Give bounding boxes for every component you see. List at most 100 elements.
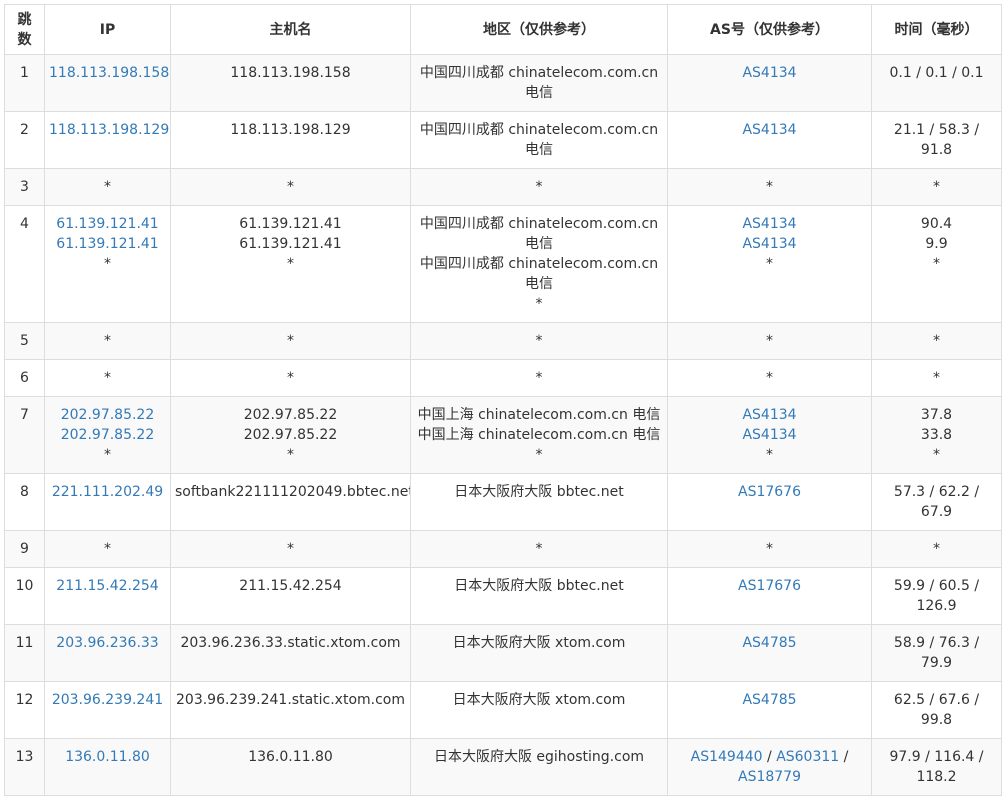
region-cell: 日本大阪府大阪 bbtec.net xyxy=(410,473,668,531)
as-link[interactable]: AS4134 xyxy=(742,407,796,423)
time-text: 21.1 / 58.3 / xyxy=(893,122,980,138)
time-text: * xyxy=(933,333,940,349)
ip-link[interactable]: 221.111.202.49 xyxy=(49,482,166,502)
region-cell: 日本大阪府大阪 xtom.com xyxy=(410,624,668,682)
region-text: 中国上海 chinatelecom.com.cn 电信 xyxy=(417,427,661,443)
ip-text: * xyxy=(104,541,111,557)
ip-link[interactable]: 61.139.121.41 xyxy=(49,214,166,234)
as-text: * xyxy=(766,333,773,349)
as-line: AS4134 xyxy=(672,425,867,445)
table-header-row: 跳数 IP 主机名 地区（仅供参考） AS号（仅供参考） 时间（毫秒） xyxy=(4,4,1002,55)
time-text: 62.5 / 67.6 / xyxy=(893,692,980,708)
time-text: 91.8 xyxy=(920,142,953,158)
as-text: * xyxy=(766,256,773,272)
time-text: 57.3 / 62.2 / xyxy=(893,484,980,500)
as-cell: AS17676 xyxy=(667,567,872,625)
as-text: * xyxy=(766,541,773,557)
as-link[interactable]: AS4134 xyxy=(742,236,796,252)
hop-number: 10 xyxy=(15,578,34,594)
as-link[interactable]: AS17676 xyxy=(738,484,801,500)
host-text: 118.113.198.158 xyxy=(230,65,351,81)
as-line: AS4134 xyxy=(672,405,867,425)
region-cell: 日本大阪府大阪 egihosting.com xyxy=(410,738,668,796)
ip-cell: 118.113.198.129 xyxy=(44,111,171,169)
time-cell: 59.9 / 60.5 / 126.9 xyxy=(871,567,1002,625)
host-text: 211.15.42.254 xyxy=(239,578,342,594)
ip-cell: 61.139.121.41 61.139.121.41 * xyxy=(44,205,171,323)
ip-cell: 211.15.42.254 xyxy=(44,567,171,625)
as-line: AS4785 xyxy=(672,633,867,653)
ip-link[interactable]: 203.96.239.241 xyxy=(49,690,166,710)
region-cell: 中国四川成都 chinatelecom.com.cn 电信 xyxy=(410,54,668,112)
header-ip: IP xyxy=(44,4,171,55)
ip-cell: 202.97.85.22 202.97.85.22 * xyxy=(44,396,171,474)
header-hop-label: 跳数 xyxy=(17,11,32,48)
as-link[interactable]: AS4134 xyxy=(742,65,796,81)
as-cell: AS4134 xyxy=(667,54,872,112)
as-link[interactable]: AS17676 xyxy=(738,578,801,594)
region-text: 中国上海 chinatelecom.com.cn 电信 xyxy=(417,407,661,423)
hop-cell: 7 xyxy=(4,396,45,474)
time-cell: 37.8 33.8 * xyxy=(871,396,1002,474)
region-text: * xyxy=(535,370,543,386)
as-separator: / xyxy=(762,749,777,765)
hop-number: 5 xyxy=(20,333,29,349)
hop-number: 6 xyxy=(20,370,29,386)
table-row: 12 203.96.239.241 203.96.239.241.static.xt… xyxy=(4,681,1002,739)
as-cell: AS17676 xyxy=(667,473,872,531)
as-line: * xyxy=(672,254,867,274)
hop-cell: 5 xyxy=(4,322,45,360)
host-cell: * xyxy=(170,359,411,397)
as-cell: AS4785 xyxy=(667,681,872,739)
ip-link[interactable]: 118.113.198.158 xyxy=(49,63,169,83)
as-line: AS18779 xyxy=(672,767,867,787)
region-cell: * xyxy=(410,322,668,360)
host-text: 202.97.85.22 xyxy=(243,407,338,423)
traceroute-table: 跳数 IP 主机名 地区（仅供参考） AS号（仅供参考） 时间（毫秒） 1 118… xyxy=(4,4,1002,796)
hop-number: 8 xyxy=(20,484,29,500)
hop-number: 3 xyxy=(20,179,29,195)
ip-link[interactable]: 202.97.85.22 xyxy=(49,405,166,425)
hop-cell: 9 xyxy=(4,530,45,568)
as-link[interactable]: AS4785 xyxy=(742,692,796,708)
as-cell: AS4134 AS4134 * xyxy=(667,396,872,474)
host-text: softbank221111202049.bbtec.net xyxy=(175,484,411,500)
ip-link[interactable]: 211.15.42.254 xyxy=(49,576,166,596)
host-text: 61.139.121.41 xyxy=(239,236,342,252)
as-link[interactable]: AS4134 xyxy=(742,122,796,138)
time-text: 118.2 xyxy=(916,769,957,785)
region-text: 日本大阪府大阪 bbtec.net xyxy=(454,484,624,500)
as-line: * xyxy=(672,445,867,465)
as-link[interactable]: AS60311 xyxy=(776,749,839,765)
host-cell: 203.96.236.33.static.xtom.com xyxy=(170,624,411,682)
host-text: 118.113.198.129 xyxy=(230,122,351,138)
ip-link[interactable]: 202.97.85.22 xyxy=(49,425,166,445)
time-text: * xyxy=(933,370,940,386)
header-hop: 跳数 xyxy=(4,4,45,55)
as-link[interactable]: AS18779 xyxy=(738,769,801,785)
header-time: 时间（毫秒） xyxy=(871,4,1002,55)
ip-link[interactable]: 61.139.121.41 xyxy=(49,234,166,254)
region-text: 中国四川成都 chinatelecom.com.cn xyxy=(419,65,659,81)
as-link[interactable]: AS149440 xyxy=(691,749,763,765)
region-cell: 中国上海 chinatelecom.com.cn 电信 中国上海 chinatel… xyxy=(410,396,668,474)
ip-cell: * xyxy=(44,359,171,397)
as-link[interactable]: AS4785 xyxy=(742,635,796,651)
region-cell: 中国四川成都 chinatelecom.com.cn 电信 xyxy=(410,111,668,169)
region-text: 电信 xyxy=(525,276,553,292)
time-cell: * xyxy=(871,168,1002,206)
table-row: 1 118.113.198.158 118.113.198.158 中国四川成都 ch… xyxy=(4,54,1002,112)
hop-cell: 13 xyxy=(4,738,45,796)
as-cell: * xyxy=(667,168,872,206)
host-cell: * xyxy=(170,322,411,360)
ip-link[interactable]: 136.0.11.80 xyxy=(49,747,166,767)
time-text: 0.1 / 0.1 / 0.1 xyxy=(889,65,984,81)
time-cell: * xyxy=(871,530,1002,568)
ip-link[interactable]: 203.96.236.33 xyxy=(49,633,166,653)
as-link[interactable]: AS4134 xyxy=(742,216,796,232)
time-text: * xyxy=(933,256,940,272)
host-cell: 118.113.198.158 xyxy=(170,54,411,112)
as-link[interactable]: AS4134 xyxy=(742,427,796,443)
ip-link[interactable]: 118.113.198.129 xyxy=(49,120,169,140)
time-text: 126.9 xyxy=(916,598,957,614)
